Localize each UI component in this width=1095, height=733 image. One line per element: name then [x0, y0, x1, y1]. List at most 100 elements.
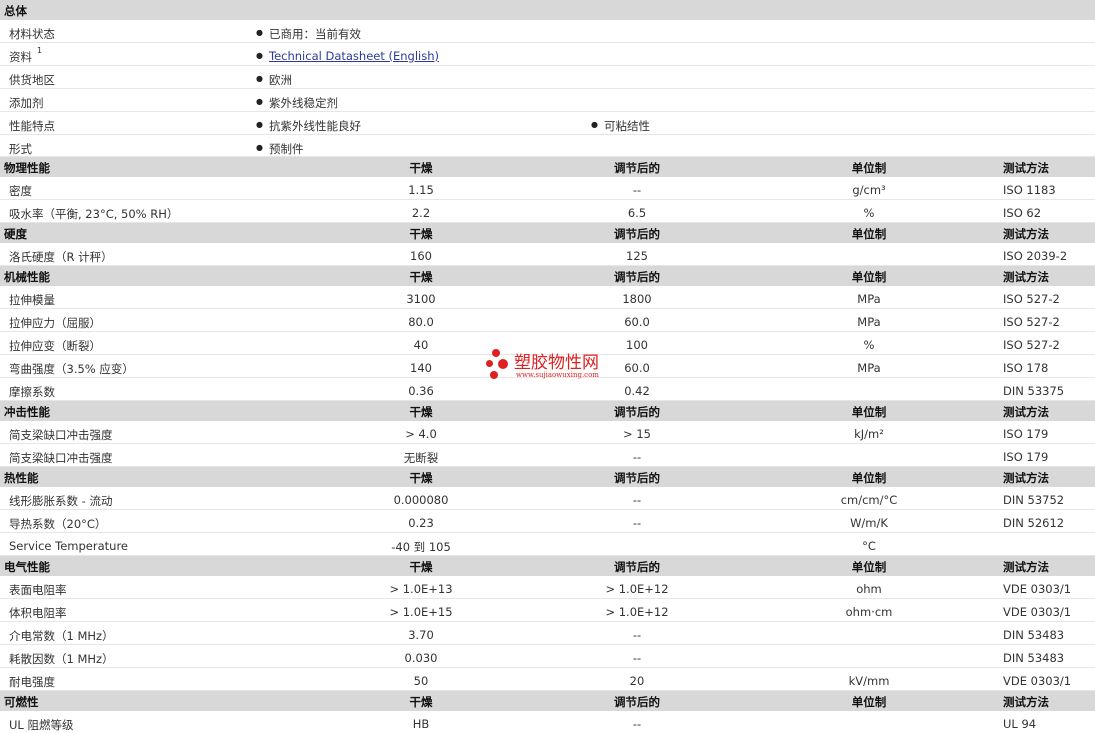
column-header-conditioned: 调节后的 — [614, 695, 660, 709]
value-dry: 2.2 — [411, 206, 431, 220]
general-row: 添加剂 紫外线稳定剂 — [0, 89, 1095, 112]
column-header-unit: 单位制 — [851, 560, 887, 574]
section-header: 可燃性 干燥 调节后的 单位制 测试方法 — [0, 691, 1095, 711]
general-row: 性能特点 抗紫外线性能良好 可粘结性 — [0, 112, 1095, 135]
section-general-header: 总体 — [0, 0, 1095, 20]
value-unit: % — [863, 206, 875, 220]
column-header-conditioned: 调节后的 — [614, 270, 660, 284]
general-row-label: 形式 — [9, 142, 32, 156]
value-dry: 80.0 — [408, 315, 434, 329]
column-header-method: 测试方法 — [1003, 471, 1049, 485]
value-dry: -40 到 105 — [391, 540, 451, 554]
property-label: 简支梁缺口冲击强度 — [9, 428, 113, 442]
general-row-label: 性能特点 — [9, 119, 55, 133]
section-header: 机械性能 干燥 调节后的 单位制 测试方法 — [0, 266, 1095, 286]
value-unit: MPa — [857, 315, 881, 329]
value-method: VDE 0303/1 — [1003, 674, 1072, 688]
column-header-dry: 干燥 — [409, 560, 433, 574]
value-unit: °C — [862, 539, 876, 553]
value-conditioned: -- — [632, 450, 642, 464]
column-header-conditioned: 调节后的 — [614, 227, 660, 241]
section-title: 总体 — [4, 4, 27, 18]
watermark-logo: 塑胶物性网 www.sujiaowuxing.com — [484, 347, 624, 387]
general-row-value: 已商用：当前有效 — [256, 26, 361, 42]
value-dry: 160 — [410, 249, 432, 263]
value-unit: kJ/m² — [854, 427, 884, 441]
column-header-dry: 干燥 — [409, 471, 433, 485]
column-header-dry: 干燥 — [409, 227, 433, 241]
section-title: 热性能 — [4, 471, 39, 485]
logo-dot-icon — [492, 349, 500, 357]
logo-dot-icon — [498, 359, 508, 369]
value-conditioned: -- — [632, 516, 642, 530]
section-title: 机械性能 — [4, 270, 50, 284]
value-method: ISO 1183 — [1003, 183, 1056, 197]
general-row-label: 添加剂 — [9, 96, 44, 110]
value-unit: kV/mm — [848, 674, 890, 688]
value-unit: g/cm³ — [852, 183, 886, 197]
watermark-url: www.sujiaowuxing.com — [516, 371, 599, 379]
property-label: 弯曲强度（3.5% 应变） — [9, 362, 134, 376]
value-method: ISO 62 — [1003, 206, 1042, 220]
section-header: 硬度 干燥 调节后的 单位制 测试方法 — [0, 223, 1095, 243]
property-label: 耐电强度 — [9, 675, 55, 689]
value-unit: ohm·cm — [845, 605, 893, 619]
property-row: 耗散因数（1 MHz） 0.030 -- DIN 53483 — [0, 645, 1095, 668]
property-label: 导热系数（20°C） — [9, 517, 107, 531]
value-conditioned: 125 — [626, 249, 648, 263]
value-method: ISO 527-2 — [1003, 292, 1060, 306]
section-header: 物理性能 干燥 调节后的 单位制 测试方法 — [0, 157, 1095, 177]
value-conditioned: 0.42 — [624, 384, 650, 398]
value-method: DIN 53483 — [1003, 651, 1065, 665]
property-label: 密度 — [9, 184, 32, 198]
property-label: 拉伸应力（屈服） — [9, 316, 101, 330]
column-header-unit: 单位制 — [851, 471, 887, 485]
watermark-brand: 塑胶物性网 — [514, 353, 599, 373]
property-row: 拉伸模量 3100 1800 MPa ISO 527-2 — [0, 286, 1095, 309]
section-title: 硬度 — [4, 227, 27, 241]
property-row: 洛氏硬度（R 计秤） 160 125 ISO 2039-2 — [0, 243, 1095, 266]
column-header-conditioned: 调节后的 — [614, 560, 660, 574]
general-row-label: 供货地区 — [9, 73, 55, 87]
property-label: 体积电阻率 — [9, 606, 67, 620]
column-header-dry: 干燥 — [409, 405, 433, 419]
general-row-value: 紫外线稳定剂 — [256, 95, 338, 111]
general-row-link-bullet: Technical Datasheet (English) — [256, 49, 439, 63]
datasheet-link[interactable]: Technical Datasheet (English) — [269, 49, 439, 63]
property-label: 吸水率（平衡, 23°C, 50% RH） — [9, 207, 179, 221]
column-header-dry: 干燥 — [409, 270, 433, 284]
value-method: ISO 527-2 — [1003, 338, 1060, 352]
value-method: ISO 179 — [1003, 450, 1049, 464]
section-header: 电气性能 干燥 调节后的 单位制 测试方法 — [0, 556, 1095, 576]
value-conditioned: -- — [632, 651, 642, 665]
value-conditioned: 6.5 — [627, 206, 647, 220]
property-label: 拉伸应变（断裂） — [9, 339, 101, 353]
property-row: 密度 1.15 -- g/cm³ ISO 1183 — [0, 177, 1095, 200]
value-dry: 无断裂 — [403, 451, 439, 465]
value-conditioned: 1800 — [622, 292, 652, 306]
value-conditioned: > 15 — [623, 427, 651, 441]
general-rows: 材料状态 已商用：当前有效资料 1 Technical Datasheet (Engl… — [0, 20, 1095, 157]
property-row: UL 阻燃等级 HB -- UL 94 — [0, 711, 1095, 733]
value-conditioned: -- — [632, 493, 642, 507]
column-header-method: 测试方法 — [1003, 560, 1049, 574]
property-row: 吸水率（平衡, 23°C, 50% RH） 2.2 6.5% ISO 62 — [0, 200, 1095, 223]
value-conditioned: -- — [632, 183, 642, 197]
value-dry: 50 — [413, 674, 429, 688]
property-row: Service Temperature -40 到 105 °C — [0, 533, 1095, 556]
value-dry: HB — [412, 717, 430, 731]
value-method: UL 94 — [1003, 717, 1037, 731]
value-dry: 0.000080 — [393, 493, 449, 507]
property-row: 简支梁缺口冲击强度 无断裂 -- ISO 179 — [0, 444, 1095, 467]
general-row-value: 欧洲 — [256, 72, 292, 88]
property-label: 线形膨胀系数 - 流动 — [9, 494, 113, 508]
value-method: DIN 53752 — [1003, 493, 1065, 507]
value-dry: > 1.0E+13 — [389, 582, 453, 596]
value-method: VDE 0303/1 — [1003, 582, 1072, 596]
section-title: 可燃性 — [4, 695, 39, 709]
value-unit: ohm — [856, 582, 882, 596]
value-conditioned: -- — [632, 628, 642, 642]
column-header-unit: 单位制 — [851, 161, 887, 175]
value-method: VDE 0303/1 — [1003, 605, 1072, 619]
property-label: 介电常数（1 MHz） — [9, 629, 114, 643]
